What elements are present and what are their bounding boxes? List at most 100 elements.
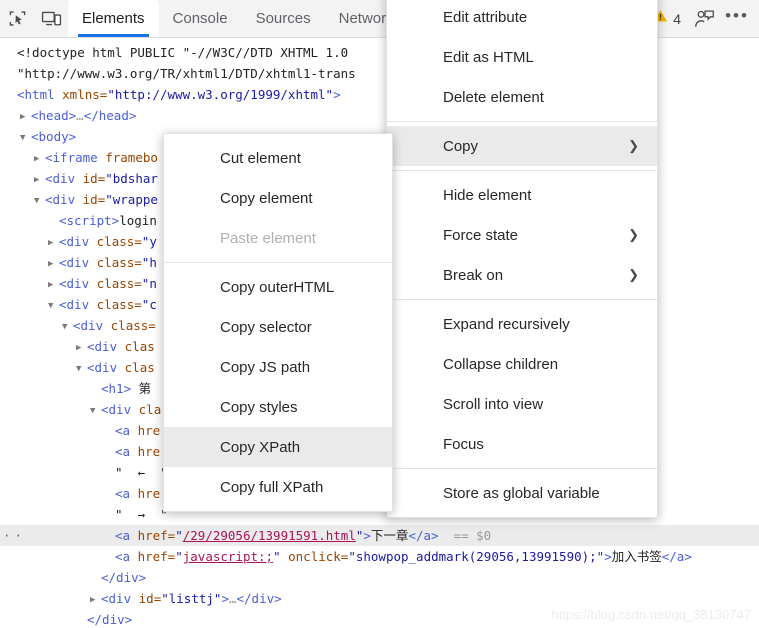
dom-token-tagb: <h1>: [101, 381, 139, 396]
dom-row-selected[interactable]: <a href="/29/29056/13991591.html">下一章</a…: [0, 525, 759, 546]
menu-item-label: Cut element: [220, 149, 301, 167]
submenu-item-copy-styles[interactable]: Copy styles: [164, 387, 392, 427]
dom-token-val: "h: [141, 255, 157, 270]
tab-console[interactable]: Console: [159, 0, 242, 37]
tab-sources[interactable]: Sources: [242, 0, 325, 37]
submenu-item-cut-element[interactable]: Cut element: [164, 138, 392, 178]
menu-item-scroll-into-view[interactable]: Scroll into view: [387, 384, 657, 424]
menu-item-collapse-children[interactable]: Collapse children: [387, 344, 657, 384]
dom-token-gray: …: [76, 108, 84, 123]
menu-item-label: Edit attribute: [443, 8, 528, 26]
device-toolbar-icon[interactable]: [34, 0, 68, 37]
menu-item-label: Hide element: [443, 186, 532, 204]
toolbar-right-group: 4 •••: [649, 0, 759, 37]
dom-token-tagb: <a: [115, 444, 138, 459]
chevron-right-icon[interactable]: ▶: [48, 254, 59, 275]
dom-token-tagb: <a: [115, 549, 138, 564]
chevron-right-icon[interactable]: ▶: [20, 107, 31, 128]
dom-token-gray: == $0: [438, 528, 492, 543]
menu-item-label: Copy outerHTML: [220, 278, 335, 296]
dom-token-attr: href=: [137, 549, 176, 564]
dom-token-tagb: </div>: [87, 612, 133, 627]
copy-submenu[interactable]: Cut element Copy element Paste element Copy…: [163, 133, 393, 512]
chevron-down-icon[interactable]: ▼: [34, 191, 45, 212]
menu-item-force-state[interactable]: Force state ❯: [387, 215, 657, 255]
menu-item-store-as-global-variable[interactable]: Store as global variable: [387, 473, 657, 513]
menu-item-label: Break on: [443, 266, 504, 284]
dom-token-tagb: <div: [59, 255, 97, 270]
menu-item-label: Copy element: [220, 189, 313, 207]
dom-token-attr: clas: [124, 339, 155, 354]
chevron-right-icon[interactable]: ▶: [34, 149, 45, 170]
dom-token-plain: " → ": [115, 507, 168, 522]
dom-token-tagb: </a>: [408, 528, 439, 543]
menu-item-edit-attribute[interactable]: Edit attribute: [387, 0, 657, 37]
submenu-item-copy-xpath[interactable]: Copy XPath: [164, 427, 392, 467]
dom-token-lnk[interactable]: javascript:;: [183, 549, 273, 564]
dom-token-tagb: <a: [115, 486, 138, 501]
chevron-down-icon[interactable]: ▼: [62, 317, 73, 338]
menu-item-focus[interactable]: Focus: [387, 424, 657, 464]
dom-row[interactable]: </div>: [0, 567, 759, 588]
more-options-icon[interactable]: •••: [723, 0, 751, 37]
chevron-right-icon[interactable]: ▶: [48, 233, 59, 254]
dom-token-tagb: >: [333, 87, 341, 102]
chevron-down-icon[interactable]: ▼: [20, 128, 31, 149]
chevron-down-icon[interactable]: ▼: [76, 359, 87, 380]
dom-token-dtd: "http://www.w3.org/TR/xhtml1/DTD/xhtml1-…: [17, 66, 356, 81]
element-context-menu[interactable]: Edit attribute Edit as HTML Delete element…: [386, 0, 658, 518]
dom-token-attr: id=: [138, 591, 162, 606]
dom-token-tagb: <div: [45, 192, 83, 207]
menu-item-edit-as-html[interactable]: Edit as HTML: [387, 37, 657, 77]
submenu-item-copy-selector[interactable]: Copy selector: [164, 307, 392, 347]
menu-item-break-on[interactable]: Break on ❯: [387, 255, 657, 295]
warning-count: 4: [673, 10, 681, 27]
dom-token-attr: href=: [137, 528, 176, 543]
menu-item-label: Focus: [443, 435, 484, 453]
chevron-right-icon[interactable]: ▶: [48, 275, 59, 296]
menu-item-label: Store as global variable: [443, 484, 600, 502]
chevron-right-icon[interactable]: ▶: [34, 170, 45, 191]
chevron-right-icon[interactable]: ▶: [90, 590, 101, 611]
devtools-window: Elements Console Sources Network 4 ••• <…: [0, 0, 759, 628]
chevron-down-icon[interactable]: ▼: [90, 401, 101, 422]
dom-token-val: "http://www.w3.org/1999/xhtml": [107, 87, 334, 102]
menu-item-label: Edit as HTML: [443, 48, 534, 66]
submenu-item-copy-outerhtml[interactable]: Copy outerHTML: [164, 267, 392, 307]
menu-item-label: Force state: [443, 226, 519, 244]
tab-elements[interactable]: Elements: [68, 0, 159, 37]
dom-token-cjk: 下一章: [370, 528, 409, 543]
dom-token-lnk[interactable]: /29/29056/13991591.html: [183, 528, 356, 543]
submenu-item-copy-element[interactable]: Copy element: [164, 178, 392, 218]
menu-item-label: Delete element: [443, 88, 544, 106]
inspect-element-icon[interactable]: [0, 0, 34, 37]
dom-row[interactable]: ▶ <div id="listtj">…</div>: [0, 588, 759, 609]
dom-token-attr: clas: [124, 360, 155, 375]
dom-token-tagb: <body>: [31, 129, 77, 144]
dom-token-tagb: <div: [101, 591, 139, 606]
menu-separator: [387, 299, 657, 300]
menu-item-label: Copy full XPath: [220, 478, 324, 496]
dom-row[interactable]: <a href="javascript:;" onclick="showpop_…: [0, 546, 759, 567]
vertical-scrollbar[interactable]: [755, 38, 759, 628]
menu-item-copy[interactable]: Copy ❯: [387, 126, 657, 166]
dom-token-attr: xmlns=: [62, 87, 108, 102]
menu-item-expand-recursively[interactable]: Expand recursively: [387, 304, 657, 344]
dom-token-attr: class=: [96, 297, 142, 312]
chevron-right-icon[interactable]: ▶: [76, 338, 87, 359]
chevron-right-icon: ❯: [628, 267, 639, 282]
dom-token-tagb: <a: [115, 423, 138, 438]
dom-token-dtd: <!doctype html PUBLIC "-//W3C//DTD XHTML…: [17, 45, 356, 60]
menu-separator: [387, 121, 657, 122]
dom-token-tagb: >: [363, 528, 371, 543]
feedback-person-icon[interactable]: [689, 0, 719, 37]
submenu-item-copy-full-xpath[interactable]: Copy full XPath: [164, 467, 392, 507]
submenu-item-copy-js-path[interactable]: Copy JS path: [164, 347, 392, 387]
menu-item-hide-element[interactable]: Hide element: [387, 175, 657, 215]
chevron-right-icon: ❯: [628, 138, 639, 153]
dom-token-tagb: <script>: [59, 213, 120, 228]
menu-item-delete-element[interactable]: Delete element: [387, 77, 657, 117]
chevron-down-icon[interactable]: ▼: [48, 296, 59, 317]
dom-token-attr: id=: [82, 192, 106, 207]
dom-token-tagb: <a: [115, 528, 138, 543]
